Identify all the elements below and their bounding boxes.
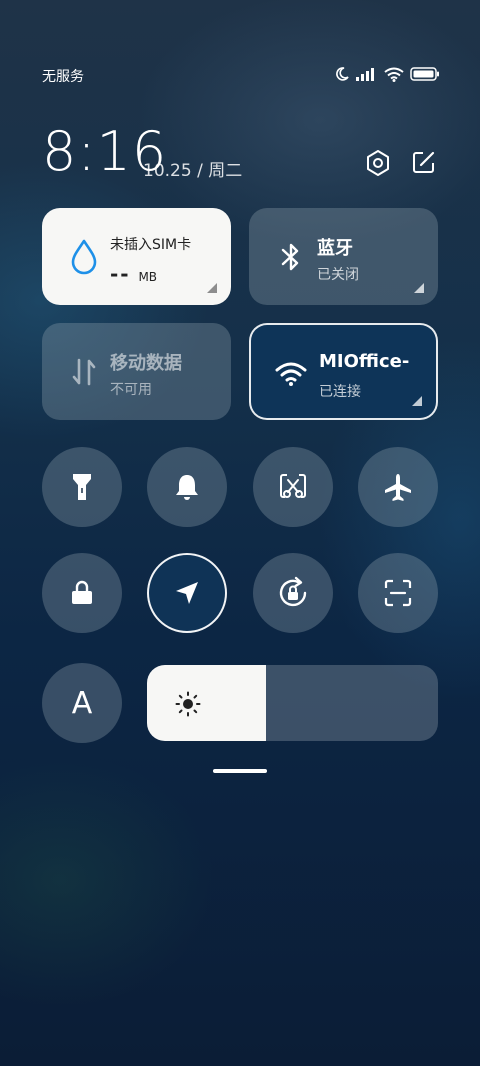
header-actions [366,150,436,176]
scan-icon [384,579,412,607]
scan-toggle[interactable] [358,553,438,633]
rotation-lock-icon [279,576,307,607]
lock-icon [72,580,92,604]
brightness-fill [147,665,267,741]
sim-data-tile[interactable]: 未插入SIM卡 -- MB [42,208,231,305]
font-size-button[interactable]: A [42,663,122,743]
data-arrows-icon [68,353,100,391]
sim-usage: -- MB [110,262,157,286]
brightness-slider[interactable] [147,665,438,741]
flashlight-icon [73,474,91,500]
wifi-icon [384,67,404,82]
lock-screen-button[interactable] [42,553,122,633]
sim-usage-unit: MB [138,270,158,284]
wifi-icon [275,355,307,393]
wifi-network-name: MIOffice- [319,351,410,372]
sim-usage-value: -- [110,262,131,286]
airplane-icon [385,474,411,501]
carrier-status: 无服务 [42,69,84,85]
status-icons [334,66,440,82]
screenshot-toggle[interactable] [253,447,333,527]
wifi-tile[interactable]: MIOffice- 已连接 [249,323,438,420]
settings-icon[interactable] [366,150,390,176]
location-arrow-icon [176,582,198,604]
font-size-label: A [71,685,93,721]
moon-icon [336,67,349,81]
edit-icon[interactable] [412,150,436,174]
airplane-toggle[interactable] [358,447,438,527]
bell-toggle[interactable] [147,447,227,527]
bluetooth-title: 蓝牙 [317,238,353,259]
rotation-lock-toggle[interactable] [253,553,333,633]
bluetooth-status: 已关闭 [317,267,359,283]
bluetooth-icon [275,238,307,276]
expand-corner [414,283,424,293]
expand-corner [207,283,217,293]
mobile-data-title: 移动数据 [110,353,182,374]
sim-title: 未插入SIM卡 [110,237,192,253]
location-toggle[interactable] [147,553,227,633]
clock-date: 10.25 / 周二 [143,161,243,181]
expand-corner [412,396,422,406]
water-drop-icon [68,238,100,276]
mobile-data-tile[interactable]: 移动数据 不可用 [42,323,231,420]
screenshot-scissors-icon [280,474,306,498]
battery-icon [410,67,439,81]
bell-icon [176,475,198,500]
wifi-status: 已连接 [319,384,361,400]
bluetooth-tile[interactable]: 蓝牙 已关闭 [249,208,438,305]
flashlight-toggle[interactable] [42,447,122,527]
mobile-data-status: 不可用 [110,382,152,398]
signal-icon [356,68,374,81]
drag-handle[interactable] [213,769,267,773]
sun-icon [175,691,201,717]
